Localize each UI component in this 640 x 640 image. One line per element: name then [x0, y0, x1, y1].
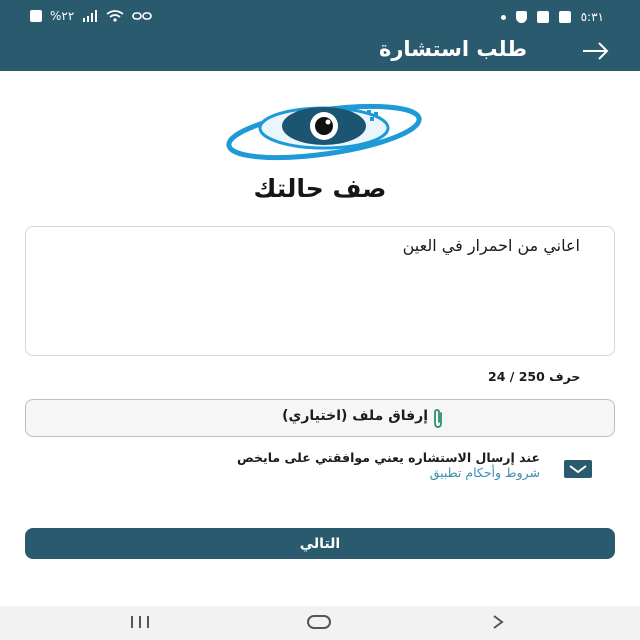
battery-level: %٢٢ [50, 9, 75, 23]
char-counter: 24 / 250 حرف [488, 369, 581, 384]
section-heading: صف حالتك [253, 174, 387, 203]
status-right: ٥:٣١ [500, 10, 604, 24]
nav-back-icon[interactable] [491, 614, 505, 630]
shield-icon [515, 11, 527, 23]
notification-icon [30, 10, 42, 22]
counter-max: 250 [518, 369, 545, 384]
next-button[interactable]: التالي [25, 528, 615, 559]
attach-label: إرفاق ملف (اختياري) [282, 408, 428, 424]
terms-text: عند إرسال الاستشاره يعني موافقتي على ماي… [236, 450, 540, 465]
recent-apps-icon[interactable] [128, 614, 152, 630]
eye-logo-icon [226, 103, 422, 161]
back-arrow-icon[interactable] [580, 36, 612, 66]
status-left: %٢٢ [30, 9, 153, 23]
wifi-icon [106, 10, 124, 22]
attach-file-button[interactable]: إرفاق ملف (اختياري) [25, 399, 615, 437]
link-icon [132, 12, 153, 20]
counter-unit: حرف [549, 369, 581, 384]
paperclip-icon [434, 409, 442, 428]
terms-link[interactable]: شروط وأحكام تطبيق [430, 465, 540, 480]
signal-icon [83, 10, 98, 22]
status-bar: %٢٢ ٥:٣١ [0, 0, 640, 34]
page-title: طلب استشارة [378, 37, 527, 61]
dot-icon [500, 14, 506, 20]
counter-current: 24 [488, 369, 506, 384]
image-app-icon [558, 11, 571, 23]
app-bar: %٢٢ ٥:٣١ طلب استشارة [0, 0, 640, 71]
check-app-icon [536, 11, 549, 23]
clock: ٥:٣١ [580, 10, 604, 24]
terms-text-block: عند إرسال الاستشاره يعني موافقتي على ماي… [120, 450, 540, 480]
terms-checkbox[interactable] [564, 460, 592, 478]
system-nav-bar [0, 606, 640, 640]
checkmark-icon [569, 465, 587, 474]
home-icon[interactable] [306, 614, 332, 630]
description-textarea[interactable]: اعاني من احمرار في العين [25, 226, 615, 356]
